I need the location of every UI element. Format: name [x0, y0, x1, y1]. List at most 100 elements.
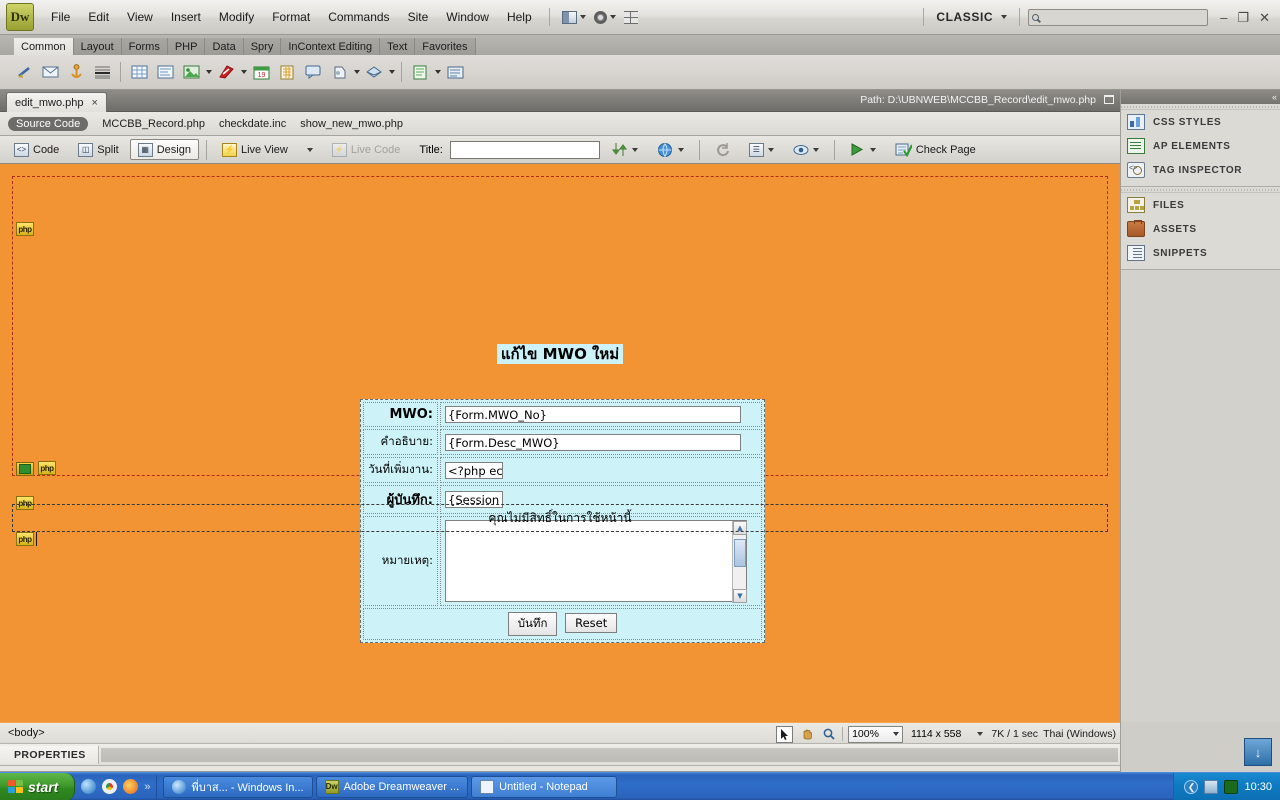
zoom-tool-icon[interactable] — [820, 726, 837, 743]
view-options-button[interactable]: ☰ — [741, 139, 782, 160]
textarea-scrollbar[interactable]: ▲ ▼ — [732, 521, 746, 603]
workspace-switcher[interactable]: CLASSIC — [932, 8, 1011, 26]
restore-down-icon[interactable] — [1104, 95, 1114, 104]
properties-tab-label[interactable]: PROPERTIES — [0, 746, 99, 764]
insert-tab-favorites[interactable]: Favorites — [415, 38, 475, 55]
related-file-mccbb-record[interactable]: MCCBB_Record.php — [102, 118, 205, 130]
tag-selector-body[interactable]: <body> — [5, 726, 48, 740]
page-title-input[interactable] — [450, 141, 600, 159]
insert-tab-forms[interactable]: Forms — [122, 38, 168, 55]
file-management-button[interactable] — [603, 139, 646, 160]
head-icon[interactable] — [327, 60, 351, 84]
panel-collapse-bar[interactable]: « — [1121, 90, 1280, 104]
clock[interactable]: 10:30 — [1244, 781, 1272, 793]
horizontal-rule-icon[interactable] — [90, 60, 114, 84]
menu-window[interactable]: Window — [437, 7, 498, 27]
site-settings-button[interactable] — [590, 9, 620, 26]
traffic-light-icon[interactable] — [1224, 780, 1238, 794]
insert-tab-incontext-editing[interactable]: InContext Editing — [281, 38, 380, 55]
insert-tab-common[interactable]: Common — [14, 38, 74, 55]
php-code-marker-icon[interactable]: php — [38, 461, 56, 475]
menu-file[interactable]: File — [42, 7, 79, 27]
chevron-down-icon[interactable] — [435, 70, 441, 74]
design-view-button[interactable]: ▦ Design — [130, 139, 199, 160]
server-script-marker-icon[interactable] — [16, 462, 34, 476]
menu-site[interactable]: Site — [399, 7, 438, 27]
date-added-input[interactable]: <?php ec — [445, 462, 503, 479]
server-side-include-icon[interactable] — [275, 60, 299, 84]
submit-button[interactable]: บันทึก — [508, 612, 558, 636]
php-code-marker-icon[interactable]: php — [16, 532, 34, 546]
php-code-marker-icon[interactable]: php — [16, 222, 34, 236]
panel-item-css-styles[interactable]: CSS STYLES — [1121, 110, 1280, 134]
panel-item-ap-elements[interactable]: AP ELEMENTS — [1121, 134, 1280, 158]
close-icon[interactable]: × — [92, 97, 98, 109]
search-field[interactable] — [1039, 12, 1189, 23]
scroll-down-arrow-icon[interactable]: ▼ — [733, 589, 747, 603]
panel-item-assets[interactable]: ASSETS — [1121, 217, 1280, 241]
related-file-checkdate[interactable]: checkdate.inc — [219, 118, 286, 130]
comment-icon[interactable] — [301, 60, 325, 84]
live-view-options-button[interactable] — [299, 139, 321, 160]
restore-button[interactable]: ❐ — [1237, 11, 1249, 24]
insert-div-tag-icon[interactable] — [153, 60, 177, 84]
taskbar-item-internet-explorer[interactable]: พี่บาส... - Windows In... — [163, 776, 312, 798]
collapse-panel-icon[interactable]: « — [1272, 92, 1275, 102]
internet-explorer-quick-icon[interactable] — [81, 779, 96, 794]
start-button[interactable]: start — [0, 773, 75, 800]
insert-tab-data[interactable]: Data — [205, 38, 243, 55]
named-anchor-icon[interactable] — [64, 60, 88, 84]
chevron-down-icon[interactable] — [241, 70, 247, 74]
menu-edit[interactable]: Edit — [79, 7, 118, 27]
mwo-no-input[interactable]: {Form.MWO_No} — [445, 406, 741, 423]
taskbar-item-dreamweaver[interactable]: Dw Adobe Dreamweaver ... — [316, 776, 469, 798]
desc-mwo-input[interactable]: {Form.Desc_MWO} — [445, 434, 741, 451]
taskbar-item-notepad[interactable]: Untitled - Notepad — [471, 776, 617, 798]
panel-item-files[interactable]: FILES — [1121, 193, 1280, 217]
menu-commands[interactable]: Commands — [319, 7, 398, 27]
network-icon[interactable] — [1204, 780, 1218, 794]
images-icon[interactable] — [179, 60, 203, 84]
expand-panel-button[interactable]: ↓ — [1244, 738, 1272, 766]
firefox-quick-icon[interactable] — [123, 779, 138, 794]
search-input[interactable] — [1028, 9, 1208, 26]
check-page-button[interactable]: Check Page — [887, 139, 984, 160]
validate-markup-button[interactable] — [842, 139, 884, 160]
chevron-down-icon[interactable] — [206, 70, 212, 74]
menu-modify[interactable]: Modify — [210, 7, 263, 27]
layout-switcher-button[interactable] — [558, 9, 590, 26]
scrollbar-thumb[interactable] — [734, 539, 746, 567]
insert-tab-text[interactable]: Text — [380, 38, 415, 55]
insert-tab-spry[interactable]: Spry — [244, 38, 282, 55]
tag-chooser-icon[interactable] — [443, 60, 467, 84]
minimize-button[interactable]: – — [1220, 11, 1227, 24]
menu-insert[interactable]: Insert — [162, 7, 210, 27]
email-link-icon[interactable] — [38, 60, 62, 84]
reset-button[interactable]: Reset — [565, 613, 617, 633]
split-view-button[interactable]: ◫ Split — [70, 139, 126, 160]
chrome-quick-icon[interactable] — [102, 779, 117, 794]
visual-aids-button[interactable] — [785, 139, 827, 160]
more-quick-launch-icon[interactable]: » — [144, 781, 150, 793]
design-view-canvas[interactable]: php แก้ไข MWO ใหม่ MWO: {Form.MWO_No} คำ… — [0, 164, 1120, 722]
properties-panel-header[interactable]: PROPERTIES — [0, 744, 1120, 766]
zoom-level-select[interactable]: 100% — [848, 726, 903, 743]
hyperlink-icon[interactable] — [12, 60, 36, 84]
show-hidden-icons-icon[interactable]: ❮ — [1184, 780, 1198, 794]
templates-icon[interactable] — [408, 60, 432, 84]
document-tab[interactable]: edit_mwo.php × — [6, 92, 107, 112]
table-icon[interactable] — [127, 60, 151, 84]
extend-dreamweaver-button[interactable] — [620, 9, 642, 26]
insert-tab-layout[interactable]: Layout — [74, 38, 122, 55]
insert-tab-php[interactable]: PHP — [168, 38, 206, 55]
preview-in-browser-button[interactable] — [649, 139, 692, 160]
media-icon[interactable] — [214, 60, 238, 84]
script-icon[interactable] — [362, 60, 386, 84]
date-icon[interactable]: 19 — [249, 60, 273, 84]
hand-tool-icon[interactable] — [798, 726, 815, 743]
refresh-design-view-button[interactable] — [707, 139, 738, 160]
close-button[interactable]: ✕ — [1259, 11, 1270, 24]
menu-help[interactable]: Help — [498, 7, 541, 27]
live-view-button[interactable]: ⚡ Live View — [214, 139, 296, 160]
panel-item-snippets[interactable]: SNIPPETS — [1121, 241, 1280, 265]
